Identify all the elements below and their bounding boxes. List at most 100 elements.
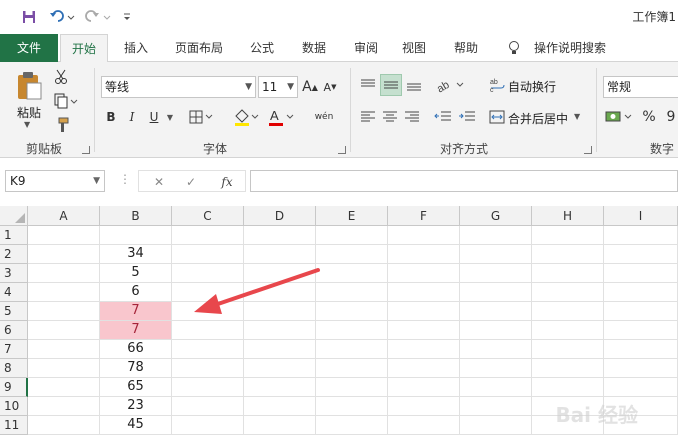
cell-c10[interactable] [172, 397, 244, 416]
cell-g2[interactable] [460, 245, 532, 264]
column-header-e[interactable]: E [316, 206, 388, 226]
accounting-format-icon[interactable] [604, 106, 634, 128]
cell-e7[interactable] [316, 340, 388, 359]
cell-g7[interactable] [460, 340, 532, 359]
row-header-2[interactable]: 2 [0, 245, 28, 264]
cell-b5[interactable]: 7 [100, 302, 172, 321]
cell-g6[interactable] [460, 321, 532, 340]
cell-b2[interactable]: 34 [100, 245, 172, 264]
cell-b10[interactable]: 23 [100, 397, 172, 416]
undo-icon[interactable] [48, 8, 76, 26]
cell-i4[interactable] [604, 283, 678, 302]
cell-g10[interactable] [460, 397, 532, 416]
cell-e10[interactable] [316, 397, 388, 416]
cell-h8[interactable] [532, 359, 604, 378]
shrink-font-icon[interactable]: A ▼ [322, 76, 338, 98]
row-header-10[interactable]: 10 [0, 397, 28, 416]
cell-c7[interactable] [172, 340, 244, 359]
cell-b7[interactable]: 66 [100, 340, 172, 359]
row-header-4[interactable]: 4 [0, 283, 28, 302]
cell-h3[interactable] [532, 264, 604, 283]
cell-b4[interactable]: 6 [100, 283, 172, 302]
tab-file[interactable]: 文件 [0, 34, 58, 62]
cell-i2[interactable] [604, 245, 678, 264]
paste-label[interactable]: 粘贴 [12, 104, 46, 121]
cell-h9[interactable] [532, 378, 604, 397]
orientation-icon[interactable]: ab [434, 74, 466, 96]
cell-d2[interactable] [244, 245, 316, 264]
fill-color-icon[interactable] [232, 106, 260, 128]
underline-button[interactable]: U [146, 108, 162, 126]
cell-b3[interactable]: 5 [100, 264, 172, 283]
cell-d4[interactable] [244, 283, 316, 302]
phonetic-icon[interactable]: wén [310, 108, 338, 126]
cell-d1[interactable] [244, 226, 316, 245]
cell-f4[interactable] [388, 283, 460, 302]
cell-a2[interactable] [28, 245, 100, 264]
cell-e9[interactable] [316, 378, 388, 397]
merge-dropdown-icon[interactable]: ▼ [574, 112, 580, 121]
cell-i6[interactable] [604, 321, 678, 340]
cell-d8[interactable] [244, 359, 316, 378]
font-color-icon[interactable]: A [266, 106, 296, 128]
column-header-f[interactable]: F [388, 206, 460, 226]
cell-i9[interactable] [604, 378, 678, 397]
underline-dropdown-icon[interactable]: ▼ [164, 108, 176, 126]
cell-g4[interactable] [460, 283, 532, 302]
cell-c2[interactable] [172, 245, 244, 264]
row-header-3[interactable]: 3 [0, 264, 28, 283]
row-header-8[interactable]: 8 [0, 359, 28, 378]
cell-g11[interactable] [460, 416, 532, 435]
cell-b6[interactable]: 7 [100, 321, 172, 340]
wrap-text-label[interactable]: 自动换行 [508, 78, 556, 95]
cell-d7[interactable] [244, 340, 316, 359]
cell-a1[interactable] [28, 226, 100, 245]
increase-indent-icon[interactable] [456, 106, 478, 128]
cell-g5[interactable] [460, 302, 532, 321]
align-right-icon[interactable] [402, 106, 422, 128]
cell-g1[interactable] [460, 226, 532, 245]
paste-icon[interactable] [12, 70, 46, 102]
cell-i1[interactable] [604, 226, 678, 245]
cell-b1[interactable] [100, 226, 172, 245]
cell-h6[interactable] [532, 321, 604, 340]
align-center-icon[interactable] [380, 106, 400, 128]
tab-data[interactable]: 数据 [290, 34, 338, 62]
cell-a11[interactable] [28, 416, 100, 435]
cell-a9[interactable] [28, 378, 100, 397]
cell-f8[interactable] [388, 359, 460, 378]
cell-f5[interactable] [388, 302, 460, 321]
cell-h5[interactable] [532, 302, 604, 321]
cell-h4[interactable] [532, 283, 604, 302]
row-header-6[interactable]: 6 [0, 321, 28, 340]
borders-icon[interactable] [188, 108, 214, 126]
cell-i3[interactable] [604, 264, 678, 283]
column-header-i[interactable]: I [604, 206, 678, 226]
cell-e11[interactable] [316, 416, 388, 435]
cell-c11[interactable] [172, 416, 244, 435]
cell-c4[interactable] [172, 283, 244, 302]
grow-font-icon[interactable]: A ▲ [302, 76, 318, 98]
cell-a3[interactable] [28, 264, 100, 283]
column-header-g[interactable]: G [460, 206, 532, 226]
cell-a4[interactable] [28, 283, 100, 302]
merge-center-icon[interactable] [488, 106, 506, 128]
cell-c8[interactable] [172, 359, 244, 378]
tab-insert[interactable]: 插入 [112, 34, 160, 62]
tab-review[interactable]: 审阅 [342, 34, 390, 62]
cell-f7[interactable] [388, 340, 460, 359]
decrease-indent-icon[interactable] [432, 106, 454, 128]
cell-a8[interactable] [28, 359, 100, 378]
paste-dropdown-icon[interactable]: ▼ [24, 120, 30, 129]
cell-g8[interactable] [460, 359, 532, 378]
row-header-7[interactable]: 7 [0, 340, 28, 359]
cell-f2[interactable] [388, 245, 460, 264]
name-box[interactable]: K9 ▼ [5, 170, 105, 192]
cell-f1[interactable] [388, 226, 460, 245]
align-left-icon[interactable] [358, 106, 378, 128]
cell-e6[interactable] [316, 321, 388, 340]
cell-e8[interactable] [316, 359, 388, 378]
font-launcher-icon[interactable] [338, 146, 346, 154]
enter-icon[interactable]: ✓ [179, 172, 203, 192]
tab-view[interactable]: 视图 [390, 34, 438, 62]
